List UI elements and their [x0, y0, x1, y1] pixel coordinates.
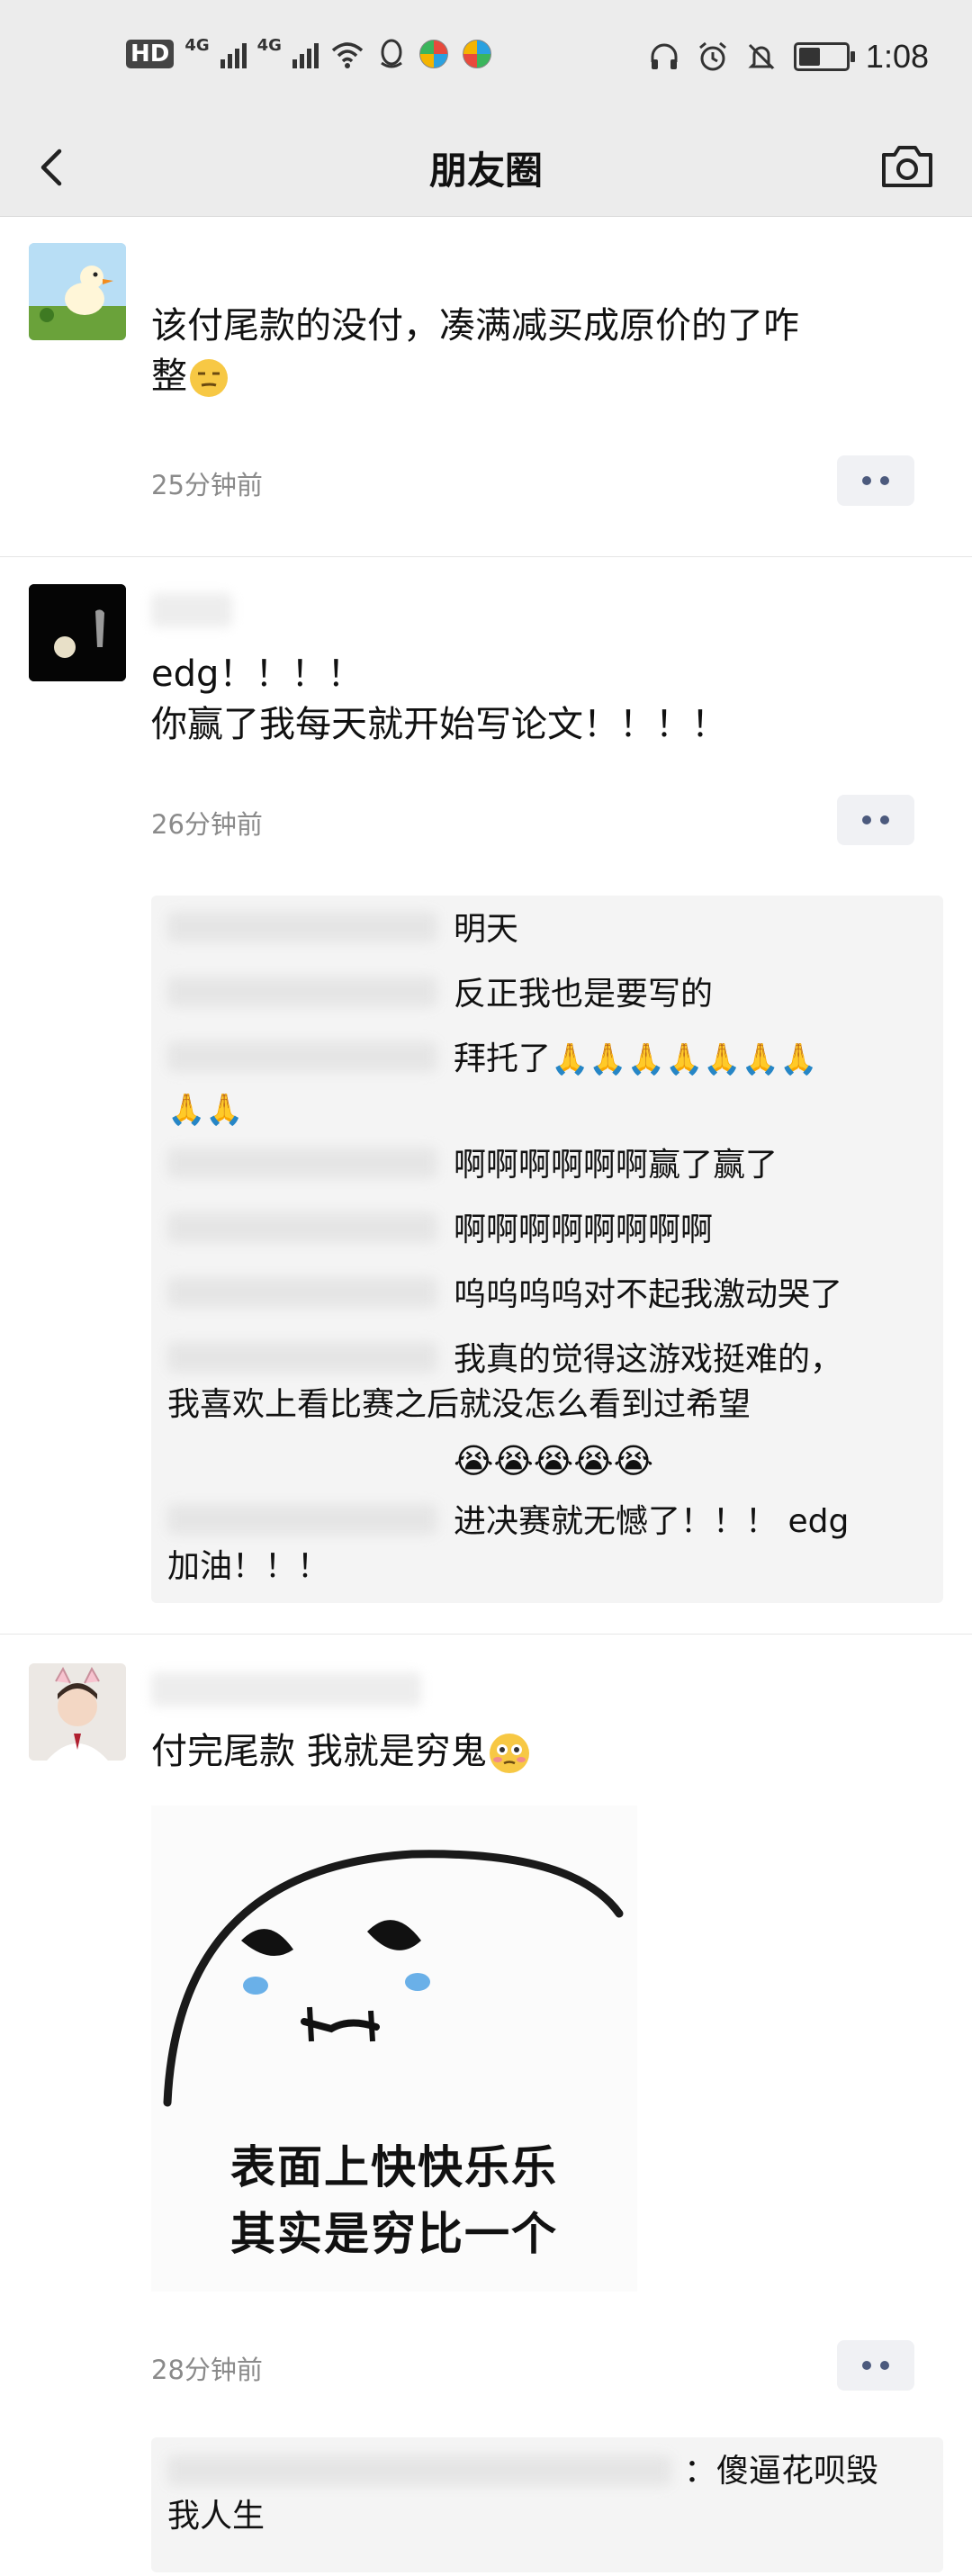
post-text: 付完尾款 我就是穷鬼 — [151, 1726, 916, 1777]
person-avatar-icon — [29, 1663, 126, 1761]
comment-line: ：傻逼花呗毁 — [684, 2453, 879, 2490]
more-actions-button[interactable] — [837, 2340, 914, 2391]
blurred-username — [151, 1672, 421, 1707]
meme-caption-1: 表面上快快乐乐 — [230, 2141, 558, 2193]
blurred-commenter — [167, 2455, 671, 2486]
avatar[interactable] — [29, 1663, 126, 1761]
post-text-content: 付完尾款 我就是穷鬼 — [151, 1731, 487, 1772]
meme-caption-2: 其实是穷比一个 — [230, 2208, 558, 2260]
meme-image[interactable]: 表面上快快乐乐 其实是穷比一个 — [151, 1806, 637, 2292]
comments-panel: ：傻逼花呗毁 我人生 — [151, 2437, 943, 2572]
flushed-emoji-icon — [489, 1734, 529, 1773]
post-time: 28分钟前 — [151, 2355, 263, 2385]
moment-post-3: 付完尾款 我就是穷鬼 表面上快快乐乐 其实是穷比一个 28分钟前 ：傻逼花呗毁 … — [0, 0, 972, 2576]
comment-line: 我人生 — [167, 2498, 266, 2535]
